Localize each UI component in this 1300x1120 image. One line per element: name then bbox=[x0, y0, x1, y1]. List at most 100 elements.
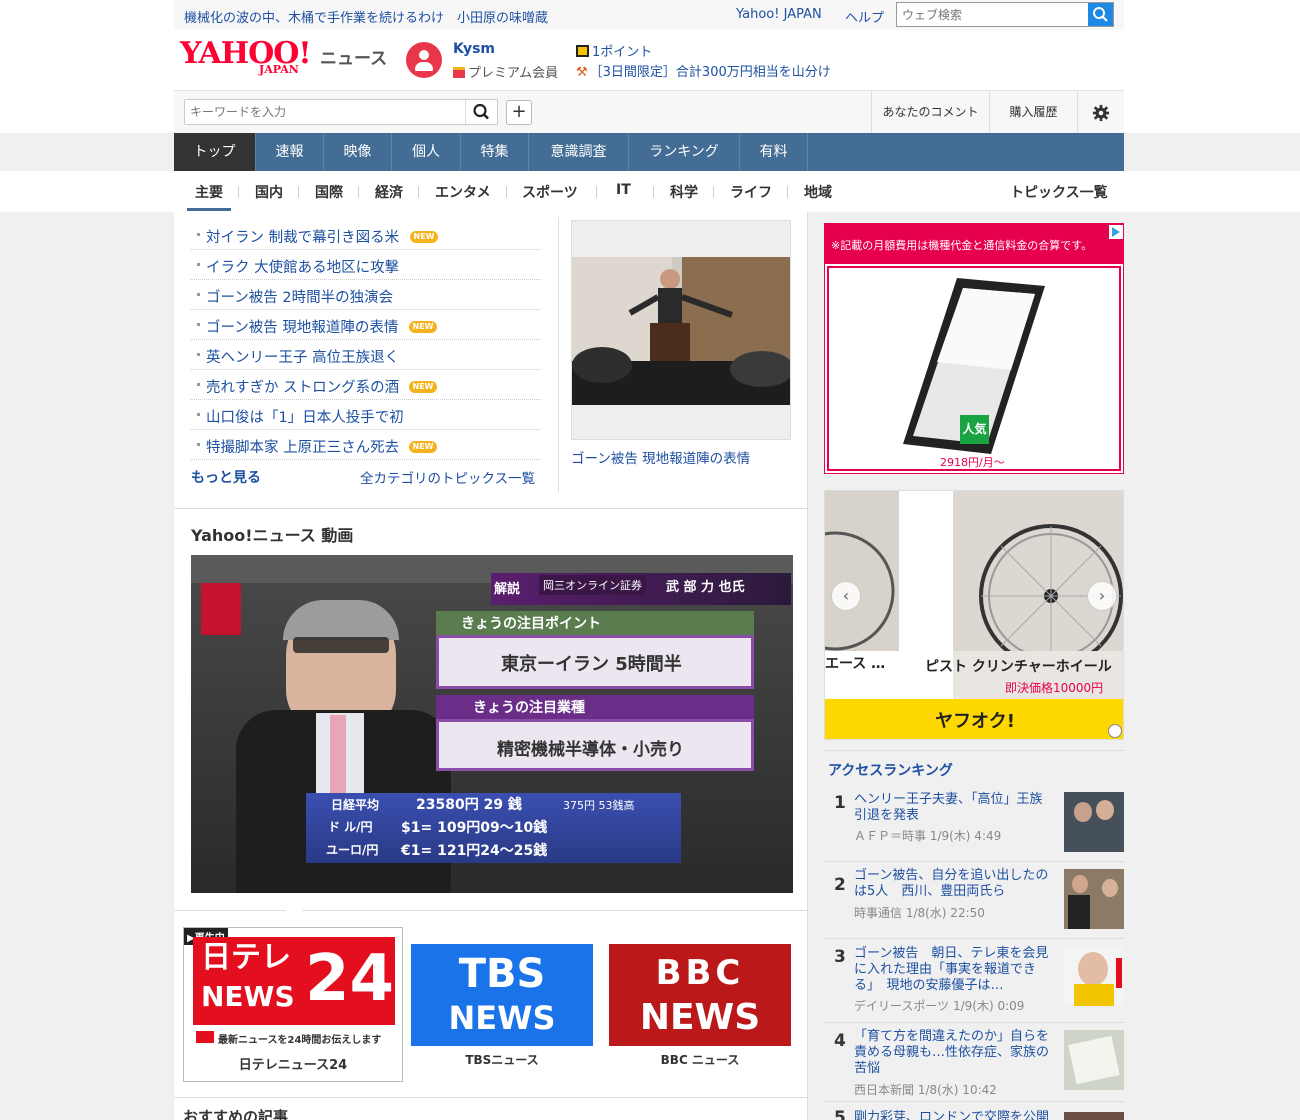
rank-number: 2 bbox=[834, 875, 846, 895]
rank-title[interactable]: ゴーン被告、自分を追い出したのは5人 西川、豊田両氏ら bbox=[854, 868, 1052, 900]
video-player[interactable]: 解説 岡三オンライン証券 武 部 力 也氏 きょうの注目ポイント 東京ーイラン … bbox=[191, 555, 793, 893]
yahoo-japan-link[interactable]: Yahoo! JAPAN bbox=[736, 7, 822, 22]
topic-item[interactable]: ゴーン被告 2時間半の独演会 bbox=[191, 280, 541, 310]
category-tab-domestic[interactable]: 国内 bbox=[255, 182, 283, 202]
top-feature-link-2[interactable]: 小田原の味噌蔵 bbox=[457, 7, 548, 26]
category-tab-economy[interactable]: 経済 bbox=[375, 182, 403, 202]
nav-tab-survey[interactable]: 意識調査 bbox=[529, 133, 629, 171]
nav-tab-feature[interactable]: 特集 bbox=[461, 133, 529, 171]
points[interactable]: 1ポイント bbox=[576, 41, 652, 60]
topic-item[interactable]: 英ヘンリー王子 高位王族退く bbox=[191, 340, 541, 370]
topic-item[interactable]: ゴーン被告 現地報道陣の表情 NEW bbox=[191, 310, 541, 340]
category-tab-life[interactable]: ライフ bbox=[730, 182, 772, 202]
topic-title[interactable]: 売れすぎか ストロング系の酒 bbox=[206, 376, 399, 397]
more-topics-link[interactable]: もっと見る bbox=[191, 467, 261, 487]
topic-item[interactable]: 対イラン 制裁で幕引き図る米 NEW bbox=[191, 220, 541, 250]
phone-ad[interactable]: ※記載の月額費用は機種代金と通信料金の合算です。 人気 2918円/月～ bbox=[824, 223, 1124, 474]
purchase-history-link[interactable]: 購入履歴 bbox=[989, 91, 1077, 133]
tbs-logo-line2: NEWS bbox=[448, 999, 556, 1037]
auction-ad[interactable]: エース … ピスト クリンチャーホイール 即決価格10000円 ‹ › ヤフオク… bbox=[824, 490, 1124, 740]
ad-info-icon[interactable] bbox=[1108, 724, 1122, 738]
topic-item[interactable]: 山口俊は「1」日本人投手で初 bbox=[191, 400, 541, 430]
category-tab-main[interactable]: 主要 bbox=[195, 182, 223, 202]
category-tab-it[interactable]: IT bbox=[616, 182, 631, 198]
rank-title[interactable]: 「育て方を間違えたのか」自らを責める母親も…性依存症、家族の苦悩 bbox=[854, 1029, 1052, 1077]
topic-title[interactable]: ゴーン被告 2時間半の独演会 bbox=[206, 286, 393, 307]
rank-thumbnail bbox=[1064, 1030, 1124, 1090]
top-feature-link[interactable]: 機械化の波の中、木桶で手作業を続けるわけ bbox=[184, 7, 444, 26]
carousel-next-button[interactable]: › bbox=[1087, 581, 1117, 611]
settings-button[interactable] bbox=[1077, 91, 1124, 133]
nav-tab-individual[interactable]: 個人 bbox=[392, 133, 461, 171]
overlay-nikkei-label: 日経平均 bbox=[331, 798, 380, 812]
search-row: + あなたのコメント 購入履歴 bbox=[0, 90, 1300, 133]
category-tab-science[interactable]: 科学 bbox=[670, 182, 698, 202]
prev-product-title: エース … bbox=[825, 656, 886, 672]
topic-title[interactable]: 対イラン 制裁で幕引き図る米 bbox=[206, 226, 399, 247]
your-comments-link[interactable]: あなたのコメント bbox=[871, 91, 989, 133]
topic-title[interactable]: ゴーン被告 現地報道陣の表情 bbox=[206, 316, 398, 337]
ranking-item[interactable]: 2 ゴーン被告、自分を追い出したのは5人 西川、豊田両氏ら 時事通信 1/8(水… bbox=[824, 862, 1124, 939]
overlay-eur-value: €1= 121円24～25銭 bbox=[401, 843, 548, 859]
ntv24-logo-line1: 日テレ bbox=[201, 940, 291, 975]
channel-card-ntv24[interactable]: ▶再生中 日テレ NEWS 24 最新ニュースを24時間お伝えします 日テレニュ… bbox=[183, 927, 403, 1082]
new-badge: NEW bbox=[409, 441, 437, 453]
topic-item[interactable]: 特撮脚本家 上原正三さん死去 NEW bbox=[191, 430, 541, 460]
ad-choices-icon[interactable] bbox=[1109, 225, 1123, 239]
popular-badge: 人気 bbox=[960, 415, 989, 444]
ranking-heading[interactable]: アクセスランキング bbox=[828, 760, 953, 780]
channel-card-bbc[interactable]: BBC NEWS BBC ニュース bbox=[609, 944, 791, 1078]
category-tab-entertainment[interactable]: エンタメ bbox=[435, 182, 491, 202]
rank-title[interactable]: ヘンリー王子夫妻、「高位」王族引退を発表 bbox=[854, 792, 1052, 824]
rank-title[interactable]: ゴーン被告 朝日、テレ東を会見に入れた理由「事実を報道できる」 現地の安藤優子は… bbox=[854, 946, 1052, 994]
overlay-usd-label: ド ル/円 bbox=[328, 820, 373, 834]
nav-tab-paid[interactable]: 有料 bbox=[740, 133, 808, 171]
topic-photo-caption[interactable]: ゴーン被告 現地報道陣の表情 bbox=[571, 447, 750, 467]
nav-tab-top[interactable]: トップ bbox=[174, 133, 256, 171]
overlay-sector: 精密機械半導体・小売り bbox=[497, 740, 684, 760]
bbc-logo-line2: NEWS bbox=[639, 997, 761, 1038]
overlay-commentator-name: 武 部 力 也氏 bbox=[666, 580, 745, 595]
campaign-banner[interactable]: ⚒ ［3日間限定］合計300万円相当を山分け bbox=[576, 61, 831, 80]
topic-title[interactable]: イラク 大使館ある地区に攻撃 bbox=[206, 256, 399, 277]
active-category-indicator bbox=[187, 208, 231, 211]
carousel-prev-button[interactable]: ‹ bbox=[831, 581, 861, 611]
topic-title[interactable]: 特撮脚本家 上原正三さん死去 bbox=[206, 436, 399, 457]
overlay-usd-value: $1= 109円09～10銭 bbox=[401, 820, 548, 836]
membership-label: プレミアム会員 bbox=[468, 66, 559, 81]
news-logo[interactable]: ニュース bbox=[320, 44, 387, 69]
avatar[interactable] bbox=[406, 42, 442, 78]
topic-title[interactable]: 山口俊は「1」日本人投手で初 bbox=[206, 406, 404, 427]
all-categories-link[interactable]: 全カテゴリのトピックス一覧 bbox=[360, 467, 535, 487]
overlay-commentator: 岡三オンライン証券 bbox=[539, 575, 646, 595]
category-tab-sports[interactable]: スポーツ bbox=[522, 182, 578, 202]
topic-item[interactable]: 売れすぎか ストロング系の酒 NEW bbox=[191, 370, 541, 400]
ranking-item[interactable]: 1 ヘンリー王子夫妻、「高位」王族引退を発表 ＡＦＰ＝時事 1/9(木) 4:4… bbox=[824, 787, 1124, 862]
category-tab-region[interactable]: 地域 bbox=[804, 182, 832, 202]
channel-card-tbs[interactable]: TBS NEWS TBSニュース bbox=[411, 944, 593, 1078]
rank-title[interactable]: 剛力彩芽、ロンドンで交際を公開 bbox=[854, 1110, 1052, 1120]
bbc-logo-line1: BBC bbox=[655, 953, 745, 993]
ranking-item[interactable]: 4 「育て方を間違えたのか」自らを責める母親も…性依存症、家族の苦悩 西日本新聞… bbox=[824, 1023, 1124, 1102]
topic-title[interactable]: 英ヘンリー王子 高位王族退く bbox=[206, 346, 399, 367]
keyword-search-input[interactable] bbox=[185, 100, 455, 124]
nav-tab-breaking[interactable]: 速報 bbox=[256, 133, 324, 171]
all-topics-link[interactable]: トピックス一覧 bbox=[1010, 182, 1108, 202]
yahuoku-banner[interactable]: ヤフオク! bbox=[825, 699, 1123, 739]
help-link[interactable]: ヘルプ bbox=[845, 7, 884, 26]
web-search-button[interactable] bbox=[1088, 3, 1113, 26]
add-keyword-button[interactable]: + bbox=[506, 100, 532, 125]
topic-item[interactable]: イラク 大使館ある地区に攻撃 bbox=[191, 250, 541, 280]
username-link[interactable]: Kysm bbox=[453, 41, 495, 57]
ranking-item[interactable]: 3 ゴーン被告 朝日、テレ東を会見に入れた理由「事実を報道できる」 現地の安藤優… bbox=[824, 939, 1124, 1023]
ranking-item[interactable]: 5 剛力彩芽、ロンドンで交際を公開 bbox=[824, 1102, 1124, 1120]
nav-tab-video[interactable]: 映像 bbox=[324, 133, 392, 171]
web-search-input[interactable] bbox=[897, 3, 1087, 26]
nav-tab-ranking[interactable]: ランキング bbox=[629, 133, 740, 171]
category-tab-world[interactable]: 国際 bbox=[315, 182, 343, 202]
ntv24-logo-number: 24 bbox=[305, 942, 395, 1016]
keyword-search-button[interactable] bbox=[465, 100, 497, 124]
topic-photo[interactable] bbox=[571, 220, 791, 440]
overlay-nikkei-value: 23580円 29 銭 bbox=[416, 797, 522, 813]
ntv24-logo: 日テレ NEWS 24 bbox=[193, 937, 395, 1025]
